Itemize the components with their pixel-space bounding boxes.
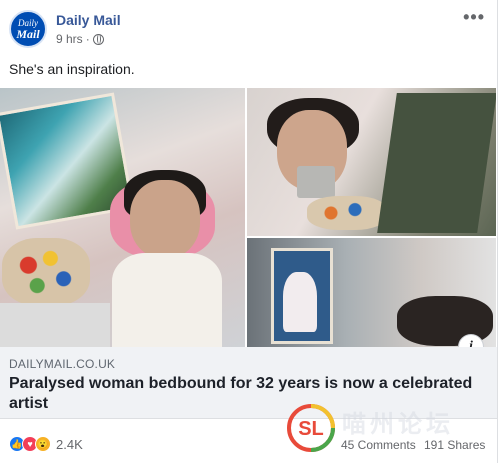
cup [297,166,335,198]
shares-count-link[interactable]: 191 Shares [424,438,485,452]
page-name-link[interactable]: Daily Mail [56,12,121,28]
comments-count-link[interactable]: 45 Comments [341,438,416,452]
paint-palette [307,196,387,230]
painted-figure [283,272,317,332]
globe-icon[interactable] [92,33,104,45]
photo-bottom-right[interactable] [247,238,496,347]
watermark-logo: SL [287,404,335,452]
photo-main[interactable] [0,88,245,347]
watermark-text: 喵州论坛 [342,411,454,438]
reactions-summary[interactable]: 👍 ♥ 😮 2.4K [9,436,83,452]
post-timestamp[interactable]: 9 hrs [56,32,83,46]
avatar-text-line2: Mail [16,26,40,41]
paint-palette [2,238,90,306]
face [130,180,200,258]
wow-icon: 😮 [35,436,51,452]
watermark-logo-text: SL [298,418,324,440]
photo-top-right[interactable] [247,88,496,236]
meta-separator: · [85,32,90,46]
post-meta: 9 hrs · [56,32,104,46]
link-domain: DAILYMAIL.CO.UK [9,357,116,371]
newspaper [0,303,110,347]
page-avatar[interactable]: Daily Mail [9,10,47,48]
reaction-count[interactable]: 2.4K [56,437,83,452]
post-text: She's an inspiration. [9,61,135,77]
easel-canvas [377,93,496,233]
dress [112,253,222,347]
more-options-button[interactable]: ••• [463,8,485,26]
post-card: Daily Mail Daily Mail 9 hrs · ••• She's … [0,0,498,463]
